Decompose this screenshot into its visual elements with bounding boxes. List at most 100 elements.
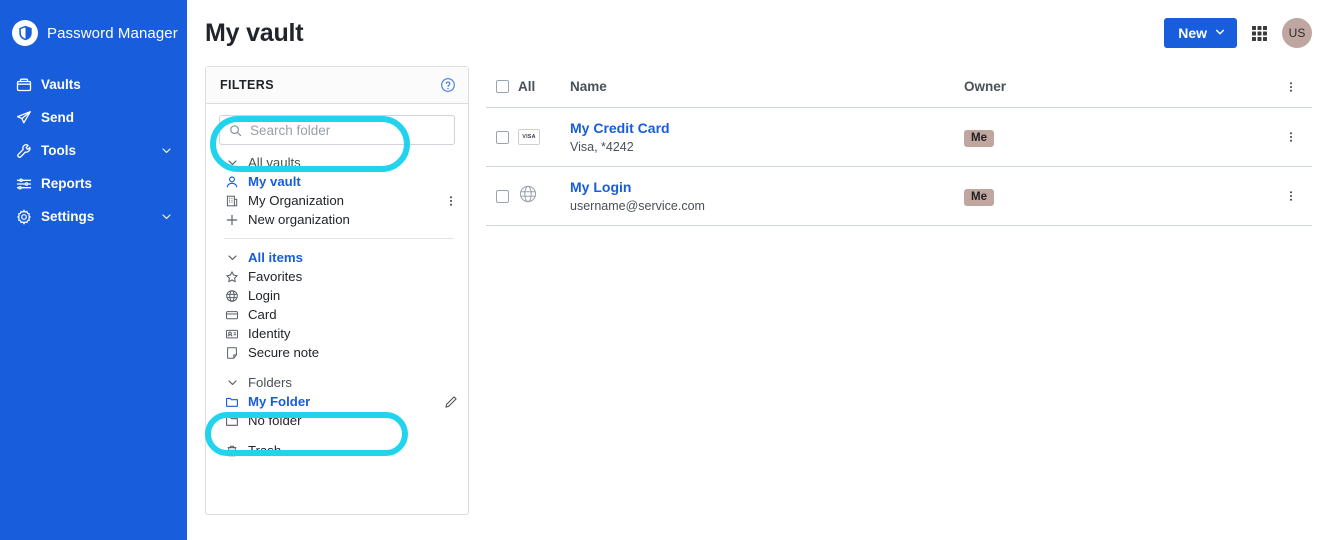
tree-group-all-vaults[interactable]: All vaults (206, 153, 468, 172)
tree-item-label: No folder (248, 413, 302, 428)
vertical-dots-icon[interactable] (444, 194, 458, 208)
tree-group-folders[interactable]: Folders (206, 373, 468, 392)
table-row[interactable]: My Login username@service.com Me (486, 167, 1312, 226)
brand[interactable]: Password Manager (0, 0, 187, 66)
tree-item-trash[interactable]: Trash (206, 441, 468, 460)
tree-item-label: All items (248, 250, 303, 265)
tree-item-label: New organization (248, 212, 350, 227)
column-header-owner: Owner (964, 78, 1270, 96)
row-menu-cell (1270, 130, 1312, 144)
search-input[interactable] (250, 122, 445, 138)
avatar[interactable]: US (1282, 18, 1312, 48)
chevron-down-icon (160, 144, 173, 157)
tree-item-new-organization[interactable]: New organization (206, 210, 468, 229)
row-name-cell: My Credit Card Visa, *4242 (570, 119, 964, 155)
status-badge: Me (964, 129, 994, 147)
gear-icon (15, 208, 32, 225)
tree-item-my-vault[interactable]: My vault (206, 172, 468, 191)
tree-item-secure-note[interactable]: Secure note (206, 343, 468, 362)
chevron-down-icon (224, 250, 240, 266)
sidebar-item-settings[interactable]: Settings (0, 200, 187, 233)
vertical-dots-icon[interactable] (1284, 80, 1298, 94)
tree-item-identity[interactable]: Identity (206, 324, 468, 343)
chevron-down-icon (224, 155, 240, 171)
item-name-link[interactable]: My Login (570, 178, 964, 196)
select-all-cell (486, 80, 518, 93)
trash-icon (224, 443, 240, 459)
search-folder-wrap (206, 104, 468, 149)
sidebar-item-vaults[interactable]: Vaults (0, 68, 187, 101)
item-subtitle: username@service.com (570, 199, 705, 213)
column-header-name: Name (570, 78, 964, 96)
search-icon (229, 124, 242, 137)
column-header-all: All (518, 79, 536, 94)
help-circle-icon[interactable] (440, 77, 456, 93)
divider (224, 238, 454, 239)
brand-name: Password Manager (47, 24, 178, 42)
row-select-cell (486, 189, 518, 203)
row-checkbox[interactable] (495, 189, 509, 203)
send-icon (15, 109, 32, 126)
content: FILTERS Search folder All vaults My vaul… (187, 66, 1329, 515)
sidebar-item-label: Send (41, 110, 75, 125)
tree-item-no-folder[interactable]: No folder (206, 411, 468, 430)
row-owner-cell: Me (964, 187, 1270, 206)
note-icon (224, 345, 240, 361)
sidebar-item-send[interactable]: Send (0, 101, 187, 134)
folder-icon (224, 413, 240, 429)
table-row[interactable]: VISA My Credit Card Visa, *4242 Me (486, 108, 1312, 167)
tree-item-my-organization[interactable]: My Organization (206, 191, 468, 210)
tree-item-card[interactable]: Card (206, 305, 468, 324)
tree-item-login[interactable]: Login (206, 286, 468, 305)
folder-icon (224, 394, 240, 410)
sidebar-item-label: Tools (41, 143, 76, 158)
column-header-owner-label: Owner (964, 78, 1007, 94)
vertical-dots-icon[interactable] (1284, 189, 1298, 203)
sidebar-item-reports[interactable]: Reports (0, 167, 187, 200)
star-icon (224, 269, 240, 285)
new-button[interactable]: New (1164, 18, 1237, 48)
visa-card-icon-label: VISA (522, 134, 536, 140)
tree-item-label: Secure note (248, 345, 320, 360)
row-name-cell: My Login username@service.com (570, 178, 964, 214)
card-icon (224, 307, 240, 323)
tree-item-label: Trash (248, 443, 282, 458)
identity-icon (224, 326, 240, 342)
items-table: All Name Owner VISA My Credit Card Visa,… (486, 66, 1312, 515)
row-checkbox[interactable] (495, 130, 509, 144)
filters-panel: FILTERS Search folder All vaults My vaul… (205, 66, 469, 515)
vault-icon (15, 76, 32, 93)
globe-icon (518, 184, 538, 209)
tree-item-my-folder[interactable]: My Folder (206, 392, 468, 411)
search-box[interactable] (219, 115, 455, 145)
filters-header: FILTERS (206, 67, 468, 104)
table-header-row: All Name Owner (486, 66, 1312, 108)
tree-item-label: Identity (248, 326, 291, 341)
item-name-link[interactable]: My Credit Card (570, 119, 964, 137)
globe-icon (224, 288, 240, 304)
select-all-checkbox[interactable] (495, 80, 509, 93)
visa-card-icon: VISA (518, 129, 540, 145)
sidebar-item-label: Settings (41, 209, 95, 224)
tree-item-label: My vault (248, 174, 301, 189)
tree-group-all-items[interactable]: All items (206, 248, 468, 267)
app-root: Password Manager Vaults Send Tools Repor… (0, 0, 1329, 540)
page-title: My vault (205, 18, 304, 47)
filters-tree: All vaults My vault My Organization New … (206, 149, 468, 460)
wrench-icon (15, 142, 32, 159)
vertical-dots-icon[interactable] (1284, 130, 1298, 144)
grid-icon[interactable] (1250, 24, 1269, 43)
edit-pencil-icon[interactable] (444, 395, 458, 409)
chevron-down-icon (224, 375, 240, 391)
tree-item-label: Favorites (248, 269, 303, 284)
item-subtitle: Visa, *4242 (570, 140, 634, 154)
tree-item-favorites[interactable]: Favorites (206, 267, 468, 286)
row-menu-cell (1270, 189, 1312, 203)
chevron-down-icon (160, 210, 173, 223)
sidebar-item-tools[interactable]: Tools (0, 134, 187, 167)
shield-icon (12, 20, 38, 46)
sidebar-item-label: Vaults (41, 77, 81, 92)
plus-icon (224, 212, 240, 228)
tree-item-label: Folders (248, 375, 292, 390)
